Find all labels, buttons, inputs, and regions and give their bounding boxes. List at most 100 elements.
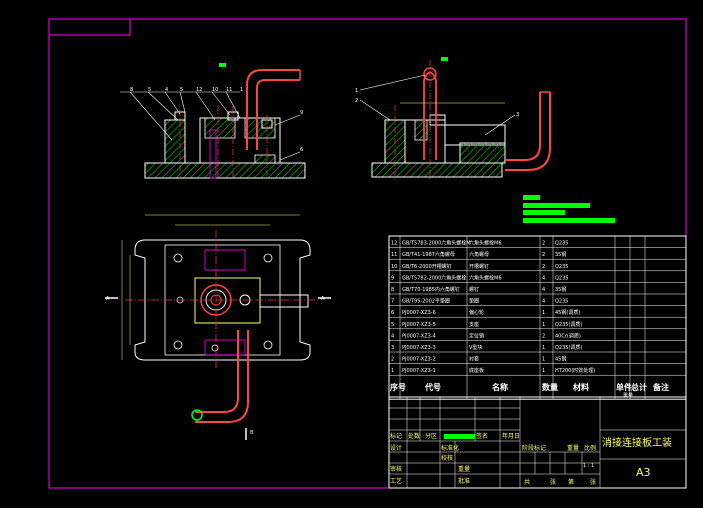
tb-signature: 签名 — [476, 432, 488, 440]
part-no: 5 — [391, 322, 394, 328]
tb-page: 第 — [568, 478, 574, 486]
front-view: 8 5 4 5 12 10 11 196 — [120, 63, 306, 179]
header-name: 名称 — [492, 382, 508, 392]
part-name: 六角头螺栓M6 — [469, 274, 502, 281]
part-material: 35钢 — [555, 286, 566, 293]
part-code: PJ0007-XZ3-4 — [402, 333, 436, 339]
part-code: PJ0007-XZ3-3 — [402, 345, 436, 351]
sheet-size: A3 — [636, 466, 651, 479]
section-label-b: B — [250, 430, 254, 436]
part-qty: 1 — [542, 345, 545, 351]
cad-drawing-sheet: 8 5 4 5 12 10 11 1 9 6 123 A A B 12 GB/T… — [0, 0, 703, 508]
header-weight-total: 总计 — [631, 382, 647, 392]
part-material: Q235(调质) — [555, 321, 582, 328]
front-center-hatch — [204, 117, 236, 139]
outer-frame — [48, 18, 687, 489]
balloon-label: 10 — [212, 87, 218, 93]
part-name: 定位销 — [469, 332, 484, 339]
part-no: 8 — [391, 287, 394, 293]
part-no: 10 — [391, 264, 397, 270]
leader-line — [359, 99, 391, 121]
tb-weight-head: 重量 — [567, 444, 579, 452]
part-material: 40Cr(调质) — [555, 332, 581, 339]
part-qty: 1 — [542, 322, 545, 328]
part-code: PJ0007-XZ3-6 — [402, 310, 436, 316]
part-no: 1 — [391, 368, 394, 374]
top-bolt-hole — [173, 340, 183, 350]
parts-table-frame — [388, 235, 687, 400]
header-code: 代号 — [424, 382, 441, 392]
part-code: PJ0007-XZ3-1 — [402, 368, 436, 374]
leader-line — [164, 91, 181, 115]
parts-list-table: 12 GB/T5783-2000六角头螺栓M六角头螺栓M6 2 Q23511 GB/T4… — [388, 235, 687, 400]
side-base-plate — [371, 162, 503, 178]
tb-check: 校核 — [441, 454, 453, 462]
balloon-label: 9 — [300, 110, 303, 116]
top-view: A A B — [105, 214, 331, 440]
tb-weight: 重量 — [458, 465, 470, 473]
top-bolt-hole — [263, 340, 273, 350]
part-no: 3 — [391, 345, 394, 351]
tb-stage-mark: 阶段标记 — [522, 444, 546, 452]
front-base-plate — [144, 162, 306, 179]
header-material: 材料 — [573, 382, 589, 392]
note-bar — [523, 218, 615, 223]
tb-process: 工艺 — [390, 477, 402, 485]
tb-count: 处数 — [408, 432, 420, 440]
side-pipe-outer — [505, 92, 541, 161]
part-code: GB/T41-1987六角螺母 — [402, 251, 455, 258]
leader-line — [179, 91, 186, 113]
tb-sheets: 张 — [550, 478, 556, 486]
balloon-label: 1 — [240, 87, 243, 93]
side-view: 1 2 3 — [355, 57, 551, 180]
part-code: PJ0007-XZ3-2 — [402, 357, 436, 363]
top-block-upper — [204, 249, 246, 271]
balloon-label: 4 — [165, 87, 168, 93]
tb-design: 设计 — [390, 444, 402, 452]
part-code: GB/T6-2000开槽螺钉 — [402, 263, 452, 270]
leader-line — [274, 114, 301, 126]
part-name: 开槽螺钉 — [469, 263, 489, 270]
front-tube-inner — [256, 79, 300, 150]
front-foot-hatch — [254, 154, 276, 164]
part-no: 7 — [391, 299, 394, 305]
tb-standardize: 标准化 — [441, 444, 459, 452]
side-center-hatch — [414, 119, 428, 141]
part-code: PJ0007-XZ3-5 — [402, 322, 436, 328]
part-name: 垫圈 — [469, 298, 479, 305]
part-qty: 1 — [542, 357, 545, 363]
tb-sheet: 张 — [590, 478, 596, 486]
section-label-a-right: A — [321, 296, 325, 302]
part-material: Q235 — [555, 275, 568, 281]
part-name: 衬套 — [469, 356, 479, 363]
part-no: 6 — [391, 310, 394, 316]
top-bolt-hole — [173, 253, 183, 263]
drawing-title: 消接连接板工装 — [602, 436, 672, 449]
leader-line — [211, 91, 231, 116]
part-material: HT200(时效处理) — [555, 367, 595, 374]
balloon-label: 3 — [516, 112, 519, 118]
part-qty: 1 — [542, 310, 545, 316]
tb-date: 年月日 — [502, 432, 520, 440]
part-material: 45钢 — [555, 356, 566, 363]
drawing-canvas: 8 5 4 5 12 10 11 196 123 A A B 12 GB/T57… — [48, 18, 687, 489]
part-name: V型块 — [469, 344, 482, 351]
part-qty: 4 — [542, 299, 545, 305]
part-code: GB/T5782-2000六角头螺栓 — [402, 274, 466, 281]
note-bar — [523, 210, 565, 215]
tb-approve: 批准 — [458, 477, 470, 485]
part-name: 偏心轮 — [469, 309, 484, 316]
top-pipe-outer — [195, 330, 239, 413]
part-material: Q235(调质) — [555, 344, 582, 351]
part-name: 支座 — [469, 321, 479, 328]
top-bolt-hole — [263, 253, 273, 263]
top-pipe-inner — [195, 330, 249, 423]
part-no: 2 — [391, 357, 394, 363]
balloon-label: 2 — [355, 98, 358, 104]
part-name: 六角螺母 — [469, 251, 489, 258]
balloon-label: 11 — [226, 87, 232, 93]
part-no: 12 — [391, 241, 397, 247]
part-code: GB/T95-2002平垫圈 — [402, 298, 450, 305]
part-no: 11 — [391, 252, 397, 258]
balloon-label: 6 — [300, 147, 303, 153]
